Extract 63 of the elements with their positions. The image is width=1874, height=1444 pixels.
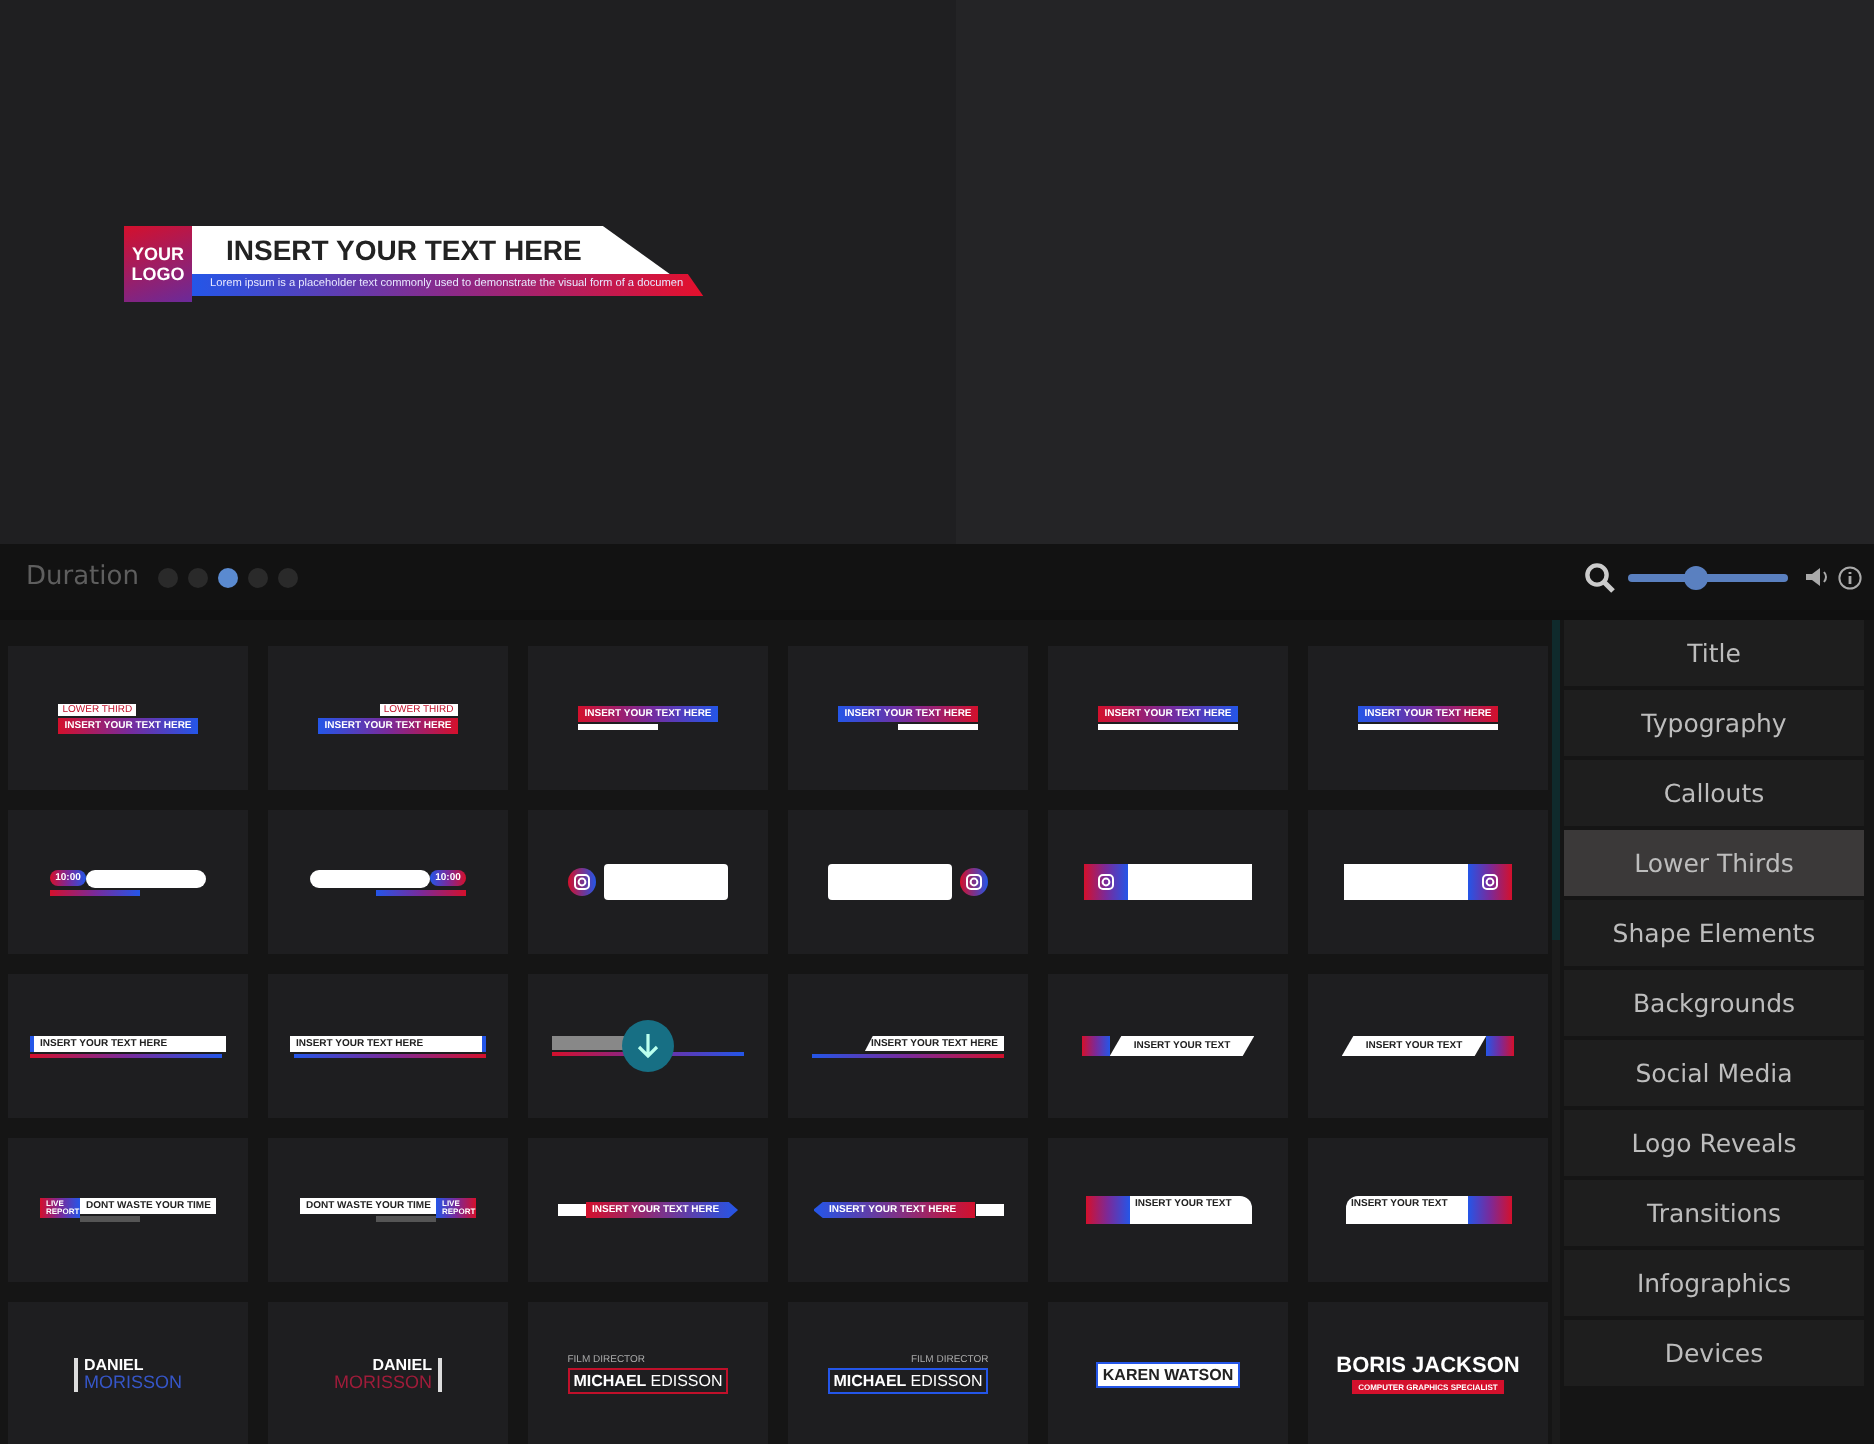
camera-icon <box>960 868 988 896</box>
color-tag <box>1486 1036 1515 1056</box>
arrow-down-icon <box>636 1032 660 1060</box>
text-card <box>828 864 952 900</box>
slider-thumb[interactable] <box>1683 565 1708 589</box>
color-tag <box>1081 1036 1110 1056</box>
template-thumbnail[interactable] <box>1308 810 1548 954</box>
category-item[interactable]: Callouts <box>1564 760 1864 826</box>
lower-third-title: INSERT YOUR TEXT HERE <box>192 226 670 274</box>
speaker-icon[interactable] <box>1804 566 1830 588</box>
template-thumbnail[interactable] <box>788 810 1028 954</box>
template-thumbnail[interactable] <box>528 974 768 1118</box>
subtitle-bar <box>897 724 978 730</box>
download-button[interactable] <box>622 1020 674 1072</box>
color-block <box>1467 1196 1511 1224</box>
small-tag <box>558 1204 586 1216</box>
name-title: MICHAEL EDISSON <box>567 1368 729 1394</box>
template-thumbnail[interactable]: KAREN WATSON <box>1048 1302 1288 1444</box>
camera-icon <box>1092 868 1120 896</box>
template-thumbnail[interactable] <box>1048 810 1288 954</box>
template-thumbnail[interactable]: DANIEL MORISSON <box>268 1302 508 1444</box>
subtitle-bar <box>1358 724 1498 730</box>
text-card <box>1344 864 1468 900</box>
subtitle-bar <box>578 724 659 730</box>
category-item[interactable]: Logo Reveals <box>1564 1110 1864 1176</box>
text-card <box>1128 864 1252 900</box>
duration-dot[interactable] <box>278 567 299 587</box>
name-title: KAREN WATSON <box>1096 1361 1240 1387</box>
category-item[interactable]: Social Media <box>1564 1040 1864 1106</box>
category-item[interactable]: Backgrounds <box>1564 970 1864 1036</box>
text-card <box>604 864 728 900</box>
text-pill <box>309 869 430 887</box>
category-item[interactable]: Transitions <box>1564 1180 1864 1246</box>
color-block <box>1085 1196 1129 1224</box>
duration-dot[interactable] <box>158 567 179 587</box>
duration-dot[interactable] <box>218 567 239 587</box>
name-title: MICHAEL EDISSON <box>827 1368 989 1394</box>
subtitle-bar <box>376 1216 436 1222</box>
name-title: DANIEL MORISSON <box>73 1357 182 1391</box>
duration-label: Duration <box>26 562 139 592</box>
category-item[interactable]: Devices <box>1564 1320 1864 1386</box>
text-pill <box>86 869 207 887</box>
category-item[interactable]: Lower Thirds <box>1564 830 1864 896</box>
camera-icon <box>568 868 596 896</box>
info-icon[interactable] <box>1838 565 1862 589</box>
subtitle-bar <box>80 1216 140 1222</box>
small-tag <box>975 1204 1003 1216</box>
category-item[interactable]: Title <box>1564 620 1864 686</box>
category-item[interactable]: Infographics <box>1564 1250 1864 1316</box>
template-thumbnail[interactable] <box>528 810 768 954</box>
subtitle-bar <box>376 889 467 895</box>
camera-icon <box>1476 868 1504 896</box>
logo: YOUR LOGO <box>124 226 192 302</box>
name-title: DANIEL MORISSON <box>333 1357 442 1391</box>
category-item[interactable]: Shape Elements <box>1564 900 1864 966</box>
subtitle-bar <box>1098 724 1238 730</box>
name-title: BORIS JACKSON <box>1336 1354 1520 1378</box>
category-item[interactable]: Typography <box>1564 690 1864 756</box>
duration-dot[interactable] <box>188 567 209 587</box>
duration-dot[interactable] <box>248 567 269 587</box>
search-icon[interactable] <box>1584 561 1616 593</box>
template-thumbnail[interactable]: DANIEL MORISSON <box>8 1302 248 1444</box>
subtitle-bar <box>49 889 140 895</box>
